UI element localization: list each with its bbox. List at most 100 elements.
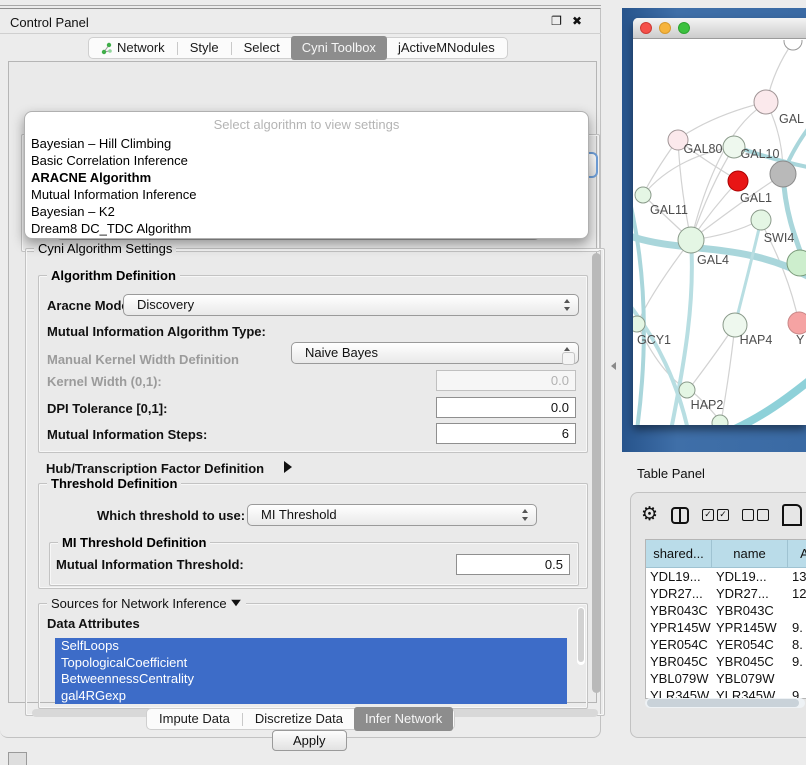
table-cell[interactable]: 12 xyxy=(788,585,806,602)
node-label-hap2: HAP2 xyxy=(691,398,724,412)
zoom-traffic-light-icon[interactable] xyxy=(678,22,690,34)
mi-type-combobox[interactable]: Naive Bayes xyxy=(291,342,579,364)
network-node-swi4[interactable] xyxy=(751,210,771,230)
panel-divider-arrow-icon[interactable] xyxy=(611,362,616,370)
close-traffic-light-icon[interactable] xyxy=(640,22,652,34)
node-label-hap4: HAP4 xyxy=(740,333,773,347)
table-cell[interactable]: YBR045C xyxy=(712,653,788,670)
tab-style[interactable]: Style xyxy=(179,37,230,59)
tab-cyni-toolbox[interactable]: Cyni Toolbox xyxy=(291,36,387,60)
table-cell[interactable]: 8. xyxy=(788,636,806,653)
dropdown-item-mutual-information-inference[interactable]: Mutual Information Inference xyxy=(25,186,588,203)
table-cell[interactable]: YER054C xyxy=(646,636,712,653)
float-window-icon[interactable]: ❐ xyxy=(551,14,562,28)
table-row[interactable]: YER054CYER054C8. xyxy=(646,636,806,653)
attribute-item-topologicalcoefficient[interactable]: TopologicalCoefficient xyxy=(55,655,567,672)
dropdown-item-bayesian-hill-climbing[interactable]: Bayesian – Hill Climbing xyxy=(25,135,588,152)
network-node-gcy1[interactable] xyxy=(633,316,645,332)
kernel-width-field[interactable]: 0.0 xyxy=(436,370,576,391)
data-attributes-list: SelfLoopsTopologicalCoefficientBetweenne… xyxy=(55,638,567,704)
network-node-gal[interactable] xyxy=(754,90,778,114)
dpi-tolerance-field[interactable]: 0.0 xyxy=(436,397,576,418)
network-edge[interactable] xyxy=(633,190,644,425)
table-cell[interactable]: YPR145W xyxy=(712,619,788,636)
attribute-item-gal4rgexp[interactable]: gal4RGexp xyxy=(55,688,567,705)
table-cell[interactable]: 13 xyxy=(788,568,806,585)
table-cell[interactable]: YDR27... xyxy=(646,585,712,602)
network-node[interactable] xyxy=(787,250,806,276)
dropdown-item-basic-correlation-inference[interactable]: Basic Correlation Inference xyxy=(25,152,588,169)
network-node[interactable] xyxy=(712,415,728,425)
network-node-gal11[interactable] xyxy=(635,187,651,203)
table-cell[interactable]: 9. xyxy=(788,619,806,636)
minimize-traffic-light-icon[interactable] xyxy=(659,22,671,34)
tab-discretize-data[interactable]: Discretize Data xyxy=(244,708,354,730)
checked-checkboxes-icon[interactable]: ✓✓ xyxy=(702,509,729,521)
hub-definition-label[interactable]: Hub/Transcription Factor Definition xyxy=(46,461,264,476)
table-cell[interactable]: YBL079W xyxy=(712,670,788,687)
table-cell[interactable]: YER054C xyxy=(712,636,788,653)
dropdown-item-aracne-algorithm[interactable]: ARACNE Algorithm xyxy=(25,169,588,186)
gear-icon[interactable]: ⚙ xyxy=(641,505,658,525)
table-horizontal-scrollbar[interactable] xyxy=(645,698,805,708)
dropdown-item-bayesian-k2[interactable]: Bayesian – K2 xyxy=(25,203,588,220)
network-edge[interactable] xyxy=(735,220,761,325)
tab-impute-data[interactable]: Impute Data xyxy=(148,708,241,730)
attribute-item-betweennesscentrality[interactable]: BetweennessCentrality xyxy=(55,671,567,688)
table-cell[interactable] xyxy=(788,602,806,619)
column-header-shared[interactable]: shared... xyxy=(646,540,712,567)
table-row[interactable]: YDL19...YDL19...13 xyxy=(646,568,806,585)
aracne-mode-combobox[interactable]: Discovery xyxy=(123,294,579,316)
apply-button[interactable]: Apply xyxy=(272,730,347,751)
table-row[interactable]: YBL079WYBL079W xyxy=(646,670,806,687)
table-cell[interactable]: 9. xyxy=(788,653,806,670)
network-node[interactable] xyxy=(770,161,796,187)
table-cell[interactable]: YPR145W xyxy=(646,619,712,636)
table-cell[interactable]: YBR043C xyxy=(646,602,712,619)
node-table[interactable]: shared...nameAYDL19...YDL19...13YDR27...… xyxy=(645,539,806,699)
dropdown-item-dream8-dc-tdc-algorithm[interactable]: Dream8 DC_TDC Algorithm xyxy=(25,220,588,237)
table-cell[interactable]: YBL079W xyxy=(646,670,712,687)
attribute-item-selfloops[interactable]: SelfLoops xyxy=(55,638,567,655)
table-row[interactable]: YPR145WYPR145W9. xyxy=(646,619,806,636)
columns-icon[interactable] xyxy=(671,507,689,524)
close-window-icon[interactable]: ✖ xyxy=(572,14,582,28)
tab-separator xyxy=(177,42,178,55)
tab-network[interactable]: Network xyxy=(90,37,176,59)
algorithm-dropdown-popup: Select algorithm to view settings Bayesi… xyxy=(24,111,589,239)
settings-scrollbar[interactable] xyxy=(592,253,601,705)
column-header-a[interactable]: A xyxy=(788,540,806,567)
attributes-scrollbar[interactable] xyxy=(577,607,585,665)
table-cell[interactable]: YDL19... xyxy=(712,568,788,585)
table-cell[interactable]: YDL19... xyxy=(646,568,712,585)
unchecked-checkboxes-icon[interactable] xyxy=(742,509,769,521)
tab-select[interactable]: Select xyxy=(233,37,291,59)
table-row[interactable]: YBR045CYBR045C9. xyxy=(646,653,806,670)
mi-steps-field[interactable]: 6 xyxy=(436,423,576,444)
mi-threshold-field[interactable]: 0.5 xyxy=(456,554,570,575)
column-header-name[interactable]: name xyxy=(712,540,788,567)
network-node-hap2[interactable] xyxy=(679,382,695,398)
collapsed-arrow-icon[interactable] xyxy=(284,461,292,473)
tab-infer-network[interactable]: Infer Network xyxy=(354,707,453,731)
network-window-titlebar[interactable] xyxy=(633,18,806,39)
network-node[interactable] xyxy=(784,40,802,50)
which-threshold-combobox[interactable]: MI Threshold xyxy=(247,504,537,526)
network-edge[interactable] xyxy=(728,376,806,425)
tab-jactivemnodules[interactable]: jActiveMNodules xyxy=(387,37,506,59)
network-node-gal1[interactable] xyxy=(728,171,748,191)
network-edge[interactable] xyxy=(678,102,766,139)
table-row[interactable]: YBR043CYBR043C xyxy=(646,602,806,619)
network-node-gal4[interactable] xyxy=(678,227,704,253)
table-cell[interactable]: YBR045C xyxy=(646,653,712,670)
network-node-y[interactable] xyxy=(788,312,806,334)
table-row[interactable]: YDR27...YDR27...12 xyxy=(646,585,806,602)
document-icon[interactable] xyxy=(782,504,802,526)
manual-kernel-checkbox[interactable] xyxy=(562,352,575,365)
network-canvas[interactable]: GALGAL80GAL10GAL1SWI4GAL11GAL4GCY1HAP4YH… xyxy=(633,40,806,425)
table-cell[interactable] xyxy=(788,670,806,687)
docked-panel-icon[interactable] xyxy=(8,752,27,765)
expanded-arrow-icon[interactable] xyxy=(231,600,241,606)
table-cell[interactable]: YDR27... xyxy=(712,585,788,602)
table-cell[interactable]: YBR043C xyxy=(712,602,788,619)
